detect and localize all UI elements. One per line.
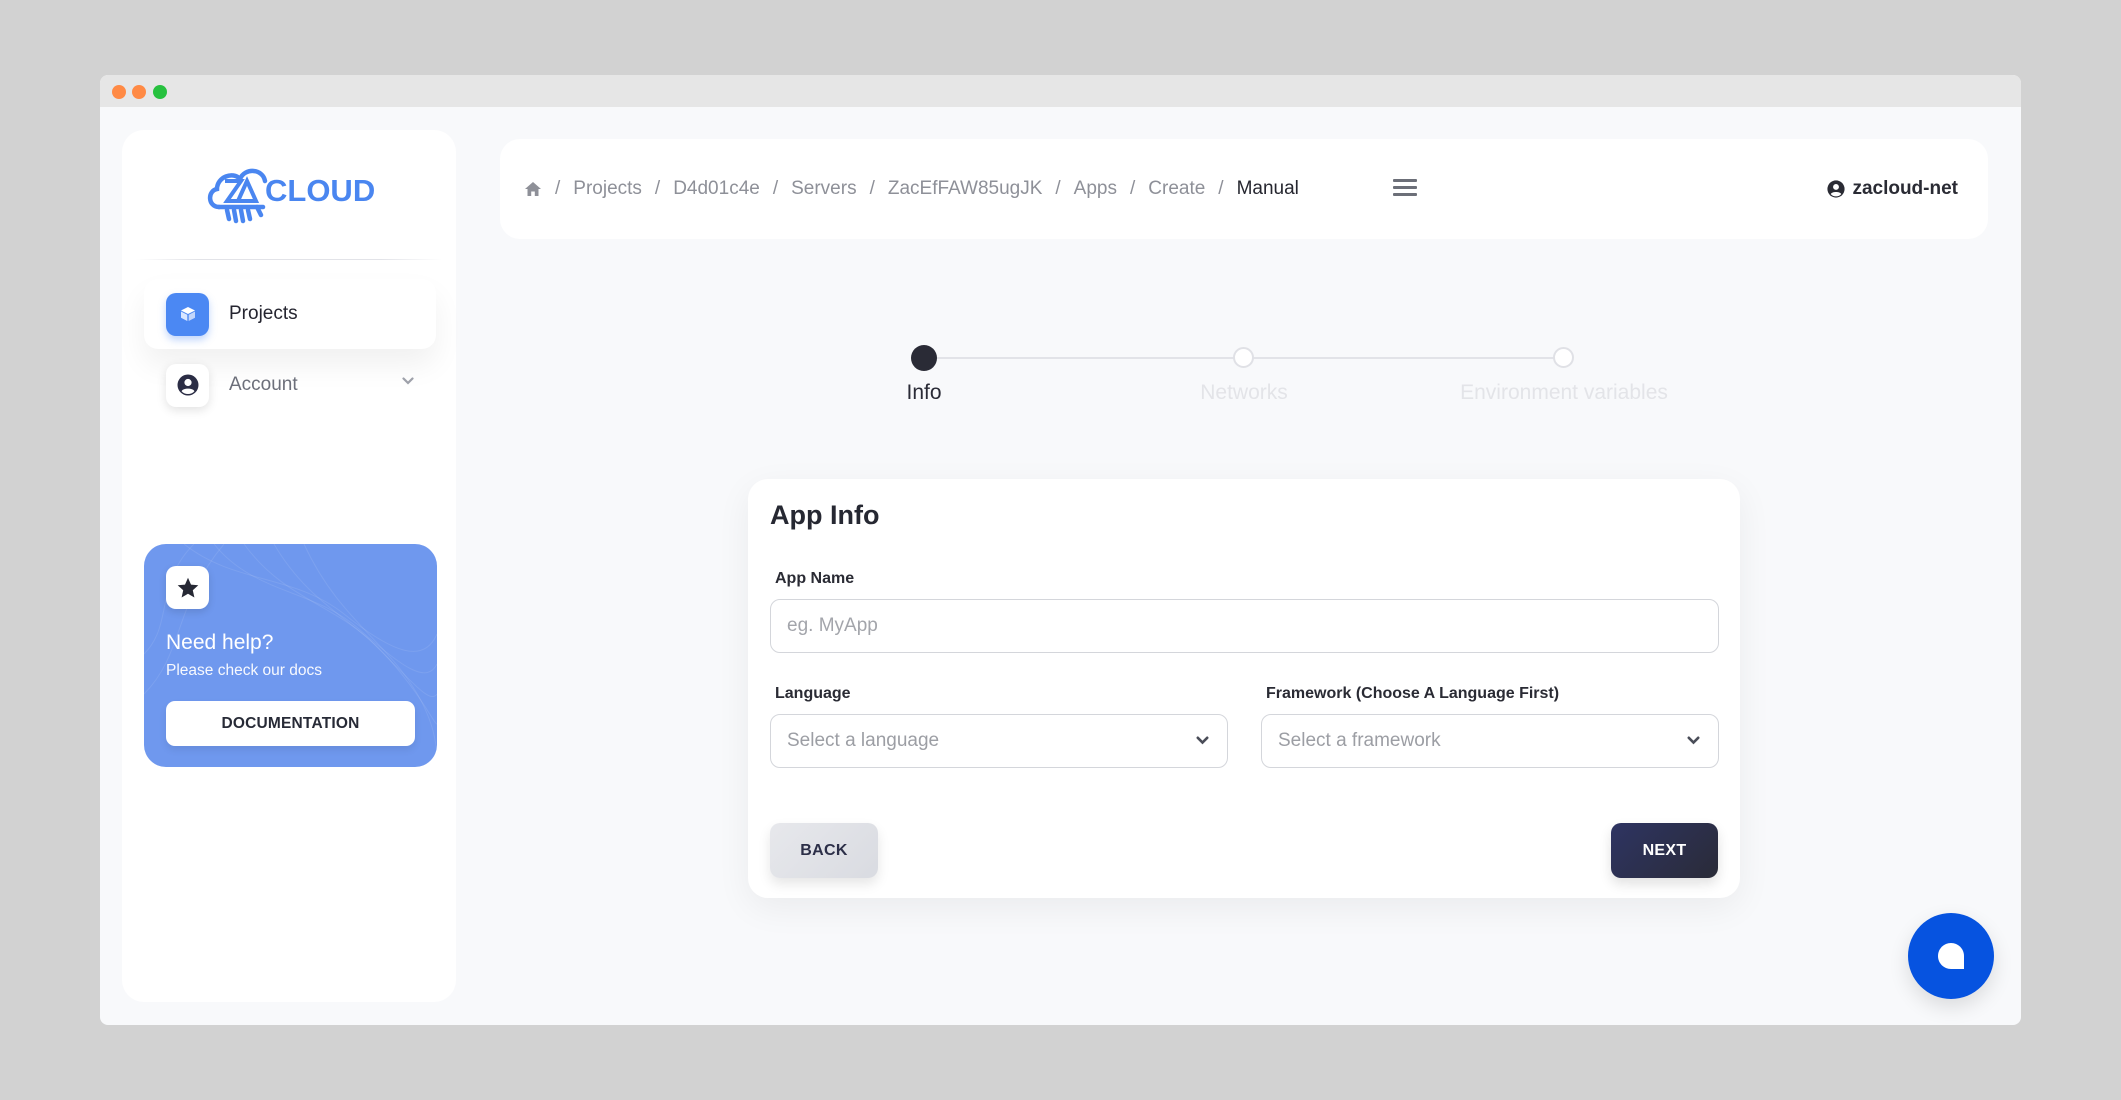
- user-circle-icon: [1827, 180, 1846, 198]
- user-circle-icon: [166, 363, 209, 407]
- documentation-button[interactable]: DOCUMENTATION: [166, 701, 415, 746]
- stepper-connector: [1252, 357, 1566, 359]
- breadcrumb-separator: /: [1218, 178, 1224, 199]
- cube-icon: [166, 292, 209, 336]
- app-window: CLOUD Projects Account Need help? Please…: [100, 75, 2021, 1025]
- breadcrumb-projects[interactable]: Projects: [573, 178, 642, 200]
- breadcrumb: / Projects / D4d01c4e / Servers / ZacEfF…: [524, 139, 1299, 239]
- app-name-input[interactable]: [770, 599, 1719, 653]
- framework-select-value: Select a framework: [1278, 730, 1441, 751]
- breadcrumb-server-id[interactable]: ZacEfFAW85ugJK: [888, 178, 1043, 200]
- chevron-down-icon: [1687, 736, 1700, 745]
- step-3-indicator[interactable]: [1553, 347, 1574, 368]
- breadcrumb-separator: /: [772, 178, 779, 199]
- step-2-label[interactable]: Networks: [1200, 381, 1288, 405]
- sidebar-item-projects[interactable]: Projects: [144, 279, 436, 349]
- sidebar-item-account[interactable]: Account: [144, 350, 436, 420]
- window-titlebar: [100, 75, 2021, 107]
- sidebar: CLOUD Projects Account Need help? Please…: [122, 130, 456, 1002]
- breadcrumb-separator: /: [1055, 178, 1061, 199]
- framework-select[interactable]: Select a framework: [1261, 714, 1719, 768]
- step-1-label[interactable]: Info: [906, 381, 941, 405]
- breadcrumb-servers[interactable]: Servers: [791, 178, 856, 200]
- language-select-value: Select a language: [787, 730, 940, 751]
- language-select[interactable]: Select a language: [770, 714, 1228, 768]
- chat-bubble-icon: [1938, 943, 1964, 969]
- zacloud-logo[interactable]: CLOUD: [205, 163, 375, 225]
- app-info-card: App Info App Name Language Select a lang…: [748, 479, 1740, 898]
- breadcrumb-separator: /: [654, 178, 661, 199]
- star-icon: [166, 566, 209, 609]
- breadcrumb-separator: /: [1129, 178, 1136, 199]
- breadcrumb-project-id[interactable]: D4d01c4e: [673, 178, 760, 200]
- help-title: Need help?: [166, 631, 274, 654]
- stepper-connector: [930, 357, 1244, 359]
- user-menu[interactable]: zacloud-net: [1827, 139, 1958, 239]
- help-card: Need help? Please check our docs DOCUMEN…: [144, 544, 437, 767]
- chevron-down-icon: [1196, 736, 1209, 745]
- breadcrumb-manual: Manual: [1236, 178, 1299, 199]
- framework-label: Framework (Choose A Language First): [1266, 685, 1560, 702]
- chat-button[interactable]: [1908, 913, 1994, 999]
- window-minimize-button[interactable]: [132, 85, 146, 99]
- window-maximize-button[interactable]: [153, 85, 167, 99]
- step-2-indicator[interactable]: [1233, 347, 1254, 368]
- sidebar-item-label: Projects: [229, 303, 298, 324]
- sidebar-item-label: Account: [229, 374, 298, 395]
- hamburger-icon[interactable]: [1393, 177, 1417, 197]
- card-title: App Info: [770, 500, 880, 530]
- app-name-label: App Name: [775, 570, 855, 587]
- next-button[interactable]: NEXT: [1611, 823, 1718, 878]
- help-subtitle: Please check our docs: [166, 662, 322, 679]
- step-3-label[interactable]: Environment variables: [1460, 381, 1668, 405]
- step-1-indicator[interactable]: [911, 345, 937, 371]
- breadcrumb-create[interactable]: Create: [1148, 178, 1205, 200]
- breadcrumb-apps[interactable]: Apps: [1074, 178, 1117, 200]
- sidebar-divider: [136, 259, 442, 260]
- username: zacloud-net: [1852, 178, 1958, 199]
- language-label: Language: [775, 685, 851, 702]
- home-icon[interactable]: [524, 181, 542, 197]
- window-close-button[interactable]: [112, 85, 126, 99]
- chevron-down-icon: [402, 377, 414, 385]
- back-button[interactable]: BACK: [770, 823, 878, 878]
- top-header: / Projects / D4d01c4e / Servers / ZacEfF…: [500, 139, 1988, 239]
- logo-text: CLOUD: [265, 173, 375, 208]
- breadcrumb-separator: /: [555, 178, 561, 199]
- breadcrumb-separator: /: [869, 178, 875, 199]
